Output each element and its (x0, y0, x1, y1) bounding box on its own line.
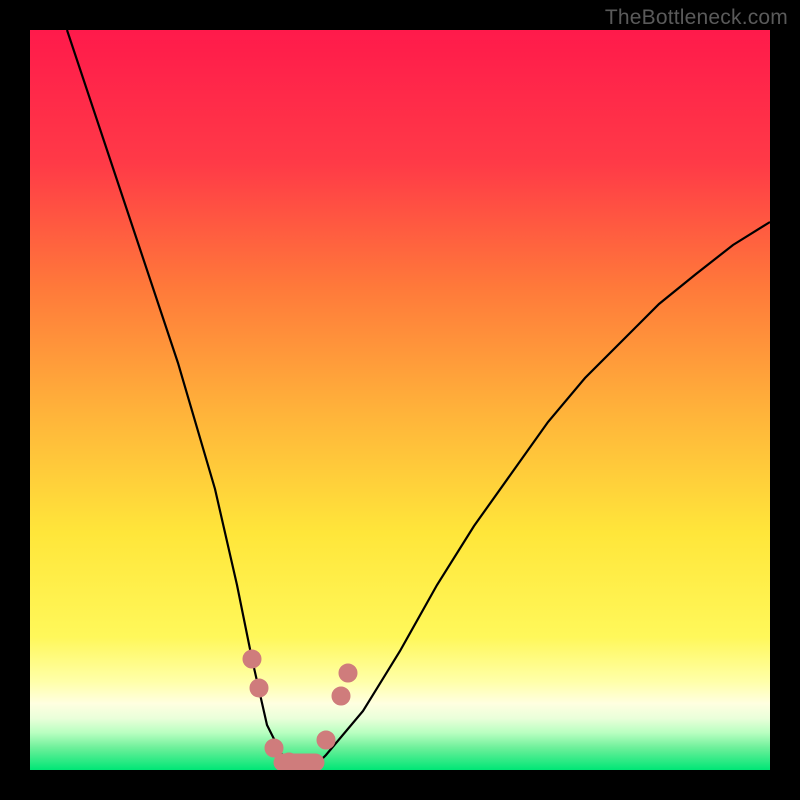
bottleneck-curve (67, 30, 770, 770)
curve-layer (30, 30, 770, 770)
valley-markers (243, 650, 357, 770)
chart-frame: TheBottleneck.com (0, 0, 800, 800)
plot-area (30, 30, 770, 770)
watermark-text: TheBottleneck.com (605, 6, 788, 30)
